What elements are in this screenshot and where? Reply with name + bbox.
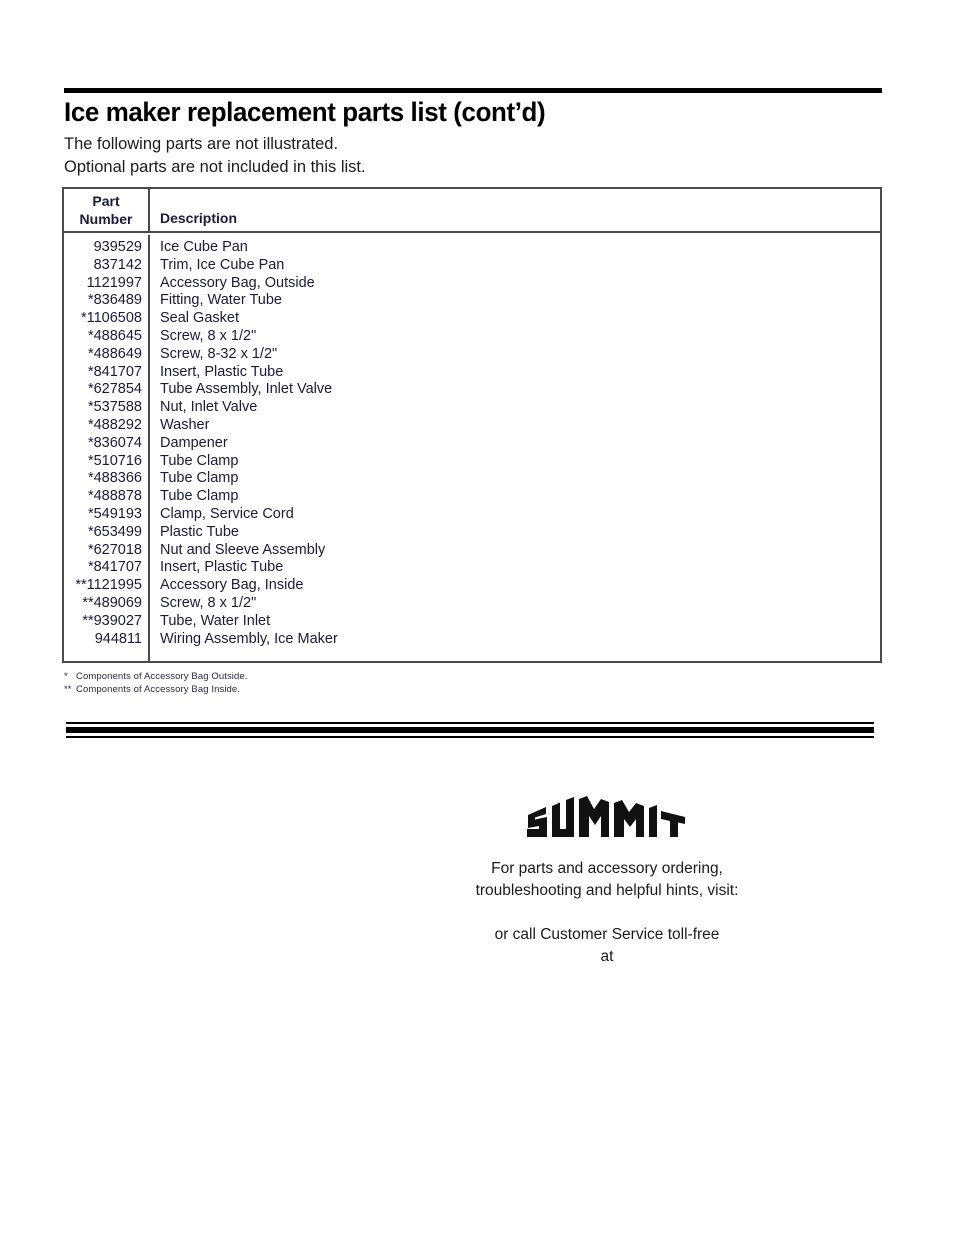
cell-description: Tube, Water Inlet	[160, 612, 271, 629]
table-row: *488878 Tube Clamp	[64, 488, 880, 506]
cell-part-number: 939529	[93, 239, 142, 255]
cell-description: Ice Cube Pan	[160, 239, 248, 255]
cell-description: Accessory Bag, Outside	[160, 274, 315, 291]
cell-description: Clamp, Service Cord	[160, 505, 294, 522]
cell-part-number: *549193	[87, 505, 142, 522]
table-footnotes: * Components of Accessory Bag Outside. ** C…	[64, 671, 248, 696]
footer-line-ordering: For parts and accessory ordering,	[491, 860, 723, 877]
cell-part-number: 837142	[93, 256, 142, 273]
cell-description: Screw, 8 x 1/2"	[160, 594, 257, 611]
summit-logo	[524, 796, 688, 840]
cell-part-number: **489069	[82, 594, 142, 611]
subtitle-optional-parts: Optional parts are not included in this …	[64, 157, 366, 176]
cell-description: Washer	[160, 416, 210, 433]
cell-part-number: *488645	[87, 327, 142, 344]
cell-part-number: *627854	[87, 381, 142, 398]
cell-part-number: 1121997	[86, 274, 142, 291]
column-header-part-line1: Part	[92, 193, 120, 209]
footer-line-troubleshooting: troubleshooting and helpful hints, visit…	[475, 882, 739, 899]
cell-description: Accessory Bag, Inside	[160, 577, 304, 594]
footer-line-at: at	[600, 948, 614, 965]
table-row: 944811 Wiring Assembly, Ice Maker	[64, 631, 880, 649]
table-row: *627018 Nut and Sleeve Assembly	[64, 542, 880, 560]
cell-description: Insert, Plastic Tube	[160, 363, 284, 380]
cell-description: Seal Gasket	[160, 310, 239, 327]
cell-description: Dampener	[160, 434, 228, 451]
footnote-marker: *	[64, 671, 68, 682]
table-row: *653499 Plastic Tube	[64, 524, 880, 542]
cell-part-number: *510716	[87, 452, 142, 469]
cell-part-number: **1121995	[75, 577, 142, 594]
parts-list-table: Part Number Description 939529 Ice Cube P…	[62, 187, 882, 663]
footer-phone-blank	[357, 968, 857, 990]
table-body: 939529 Ice Cube Pan 837142 Trim, Ice Cube P…	[64, 233, 880, 648]
table-row: *836074 Dampener	[64, 435, 880, 453]
cell-part-number: *836074	[87, 434, 142, 451]
table-row: *537588 Nut, Inlet Valve	[64, 399, 880, 417]
cell-part-number: *841707	[87, 559, 142, 576]
cell-description: Nut, Inlet Valve	[160, 399, 258, 416]
column-header-part-line2: Number	[79, 211, 133, 227]
cell-part-number: *653499	[87, 523, 142, 540]
cell-description: Trim, Ice Cube Pan	[160, 256, 285, 273]
cell-part-number: *488366	[87, 470, 142, 487]
footnote-text: Components of Accessory Bag Inside.	[76, 683, 241, 695]
footer-website-blank	[357, 902, 857, 924]
footnote-marker: **	[64, 683, 72, 695]
cell-description: Screw, 8-32 x 1/2"	[160, 345, 278, 362]
table-row: **489069 Screw, 8 x 1/2"	[64, 595, 880, 613]
cell-part-number: *537588	[87, 399, 142, 416]
cell-description: Insert, Plastic Tube	[160, 559, 284, 576]
table-header-row: Part Number Description	[64, 189, 880, 233]
table-row: *488649 Screw, 8-32 x 1/2"	[64, 346, 880, 364]
cell-description: Tube Clamp	[160, 470, 239, 487]
cell-part-number: **939027	[82, 612, 142, 629]
footer-contact-block: For parts and accessory ordering, troubl…	[357, 858, 857, 990]
table-row: *841707 Insert, Plastic Tube	[64, 364, 880, 382]
cell-description: Wiring Assembly, Ice Maker	[160, 630, 338, 647]
footnote-text: Components of Accessory Bag Outside.	[76, 671, 248, 682]
table-row: 1121997 Accessory Bag, Outside	[64, 275, 880, 293]
table-row: *627854 Tube Assembly, Inlet Valve	[64, 381, 880, 399]
cell-description: Tube Clamp	[160, 452, 239, 469]
cell-description: Plastic Tube	[160, 523, 239, 540]
divider-rule-thin-bottom	[66, 736, 874, 738]
table-row: 939529 Ice Cube Pan	[64, 239, 880, 257]
column-header-description: Description	[160, 210, 238, 226]
cell-description: Tube Clamp	[160, 488, 239, 505]
page-title: Ice maker replacement parts list (cont’d…	[64, 97, 546, 127]
title-top-rule	[64, 88, 882, 93]
table-row: *510716 Tube Clamp	[64, 453, 880, 471]
table-row: *488645 Screw, 8 x 1/2"	[64, 328, 880, 346]
cell-description: Tube Assembly, Inlet Valve	[160, 381, 333, 398]
cell-description: Fitting, Water Tube	[160, 292, 282, 309]
document-page: Ice maker replacement parts list (cont’d…	[0, 0, 954, 1235]
table-row: *841707 Insert, Plastic Tube	[64, 559, 880, 577]
cell-part-number: *488649	[87, 345, 142, 362]
cell-description: Screw, 8 x 1/2"	[160, 327, 257, 344]
table-row: *549193 Clamp, Service Cord	[64, 506, 880, 524]
table-row: *488292 Washer	[64, 417, 880, 435]
table-row: *488366 Tube Clamp	[64, 470, 880, 488]
cell-part-number: *841707	[87, 363, 142, 380]
column-divider	[148, 189, 150, 231]
cell-part-number: *488292	[87, 416, 142, 433]
table-row: **939027 Tube, Water Inlet	[64, 613, 880, 631]
cell-part-number: *488878	[87, 488, 142, 505]
table-row: *836489 Fitting, Water Tube	[64, 292, 880, 310]
cell-description: Nut and Sleeve Assembly	[160, 541, 326, 558]
cell-part-number: *627018	[87, 541, 142, 558]
footer-line-customer-service: or call Customer Service toll-free	[494, 926, 720, 943]
cell-part-number: 944811	[94, 630, 142, 647]
column-header-part-number: Part Number	[64, 192, 148, 228]
table-row: *1106508 Seal Gasket	[64, 310, 880, 328]
subtitle-not-illustrated: The following parts are not illustrated.	[64, 134, 339, 153]
footer-divider-rules	[66, 722, 874, 738]
cell-part-number: *1106508	[80, 310, 142, 327]
cell-part-number: *836489	[87, 292, 142, 309]
footnote-line: ** Components of Accessory Bag Inside.	[64, 684, 248, 697]
footnote-line: * Components of Accessory Bag Outside.	[64, 671, 248, 684]
table-row: **1121995 Accessory Bag, Inside	[64, 577, 880, 595]
table-row: 837142 Trim, Ice Cube Pan	[64, 257, 880, 275]
